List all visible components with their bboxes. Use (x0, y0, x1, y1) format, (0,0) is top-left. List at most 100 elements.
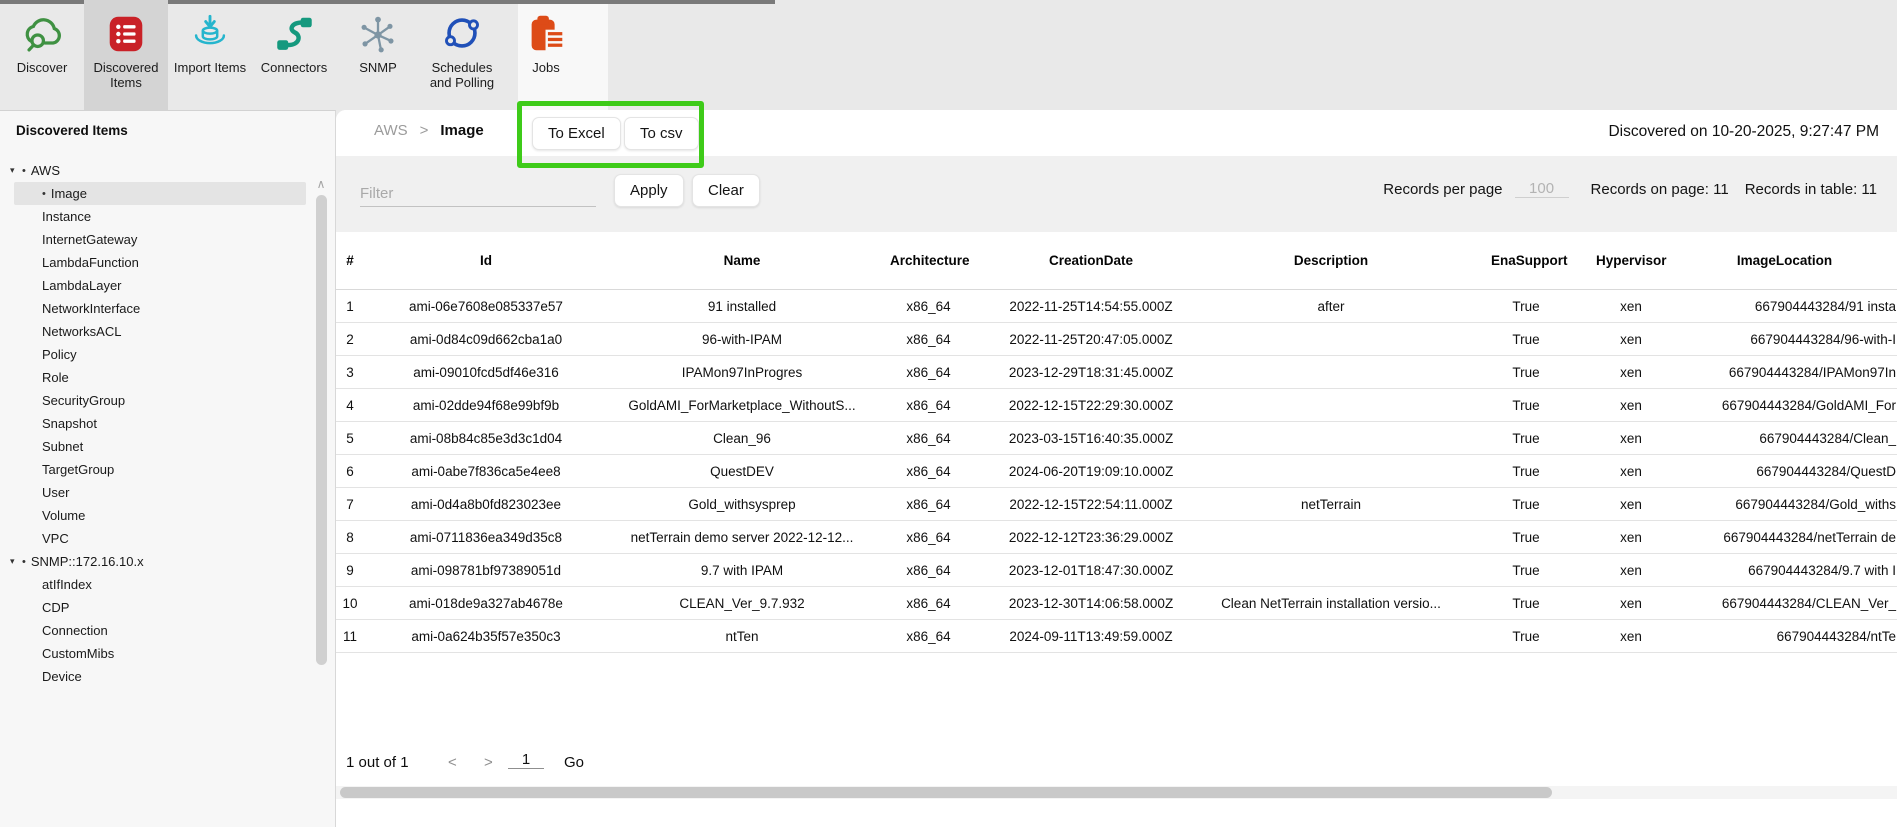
table-cell: 7 (336, 497, 364, 512)
toolbar-label: Discover (17, 61, 68, 76)
table-row[interactable]: 8ami-0711836ea349d35c8netTerrain demo se… (336, 521, 1897, 554)
toolbar-button-import-items[interactable]: Import Items (168, 0, 252, 110)
table-cell: ami-0a624b35f57e350c3 (364, 629, 608, 644)
table-row[interactable]: 9ami-098781bf97389051d9.7 with IPAMx86_6… (336, 554, 1897, 587)
go-button[interactable]: Go (564, 754, 584, 771)
sidebar-item-label: atIfIndex (42, 577, 92, 592)
table-row[interactable]: 7ami-0d4a8b0fd823023eeGold_withsysprepx8… (336, 488, 1897, 521)
column-header-architecture[interactable]: Architecture (876, 252, 981, 270)
horizontal-scrollbar-thumb[interactable] (340, 787, 1552, 798)
sidebar-scrollbar-thumb[interactable] (316, 195, 327, 665)
sidebar-item-lambdafunction[interactable]: LambdaFunction (0, 251, 312, 274)
sidebar-item-securitygroup[interactable]: SecurityGroup (0, 389, 312, 412)
toolbar-button-schedules-and-polling[interactable]: Schedules and Polling (420, 0, 504, 110)
table-cell: 2023-03-15T16:40:35.000Z (981, 431, 1201, 446)
breadcrumb: AWS > Image (374, 122, 484, 139)
records-per-page-input[interactable] (1515, 180, 1569, 198)
clear-button[interactable]: Clear (692, 174, 760, 207)
sidebar-item-policy[interactable]: Policy (0, 343, 312, 366)
sidebar-item-vpc[interactable]: VPC (0, 527, 312, 550)
column-header-id[interactable]: Id (364, 252, 608, 270)
sidebar-item-cdp[interactable]: CDP (0, 596, 312, 619)
table-cell: ntTen (608, 629, 876, 644)
table-cell: netTerrain (1201, 497, 1461, 512)
sidebar-item-device[interactable]: Device (0, 665, 312, 688)
table-cell: Gold_withsysprep (608, 497, 876, 512)
table-cell: ami-08b84c85e3d3c1d04 (364, 431, 608, 446)
sidebar-item-image[interactable]: •Image (14, 182, 306, 205)
sidebar-item-label: CDP (42, 600, 69, 615)
table-cell: 1 (336, 299, 364, 314)
table-cell: ami-0d4a8b0fd823023ee (364, 497, 608, 512)
column-header-name[interactable]: Name (608, 252, 876, 270)
table-row[interactable]: 3ami-09010fcd5df46e316IPAMon97InProgresx… (336, 356, 1897, 389)
table-row[interactable]: 11ami-0a624b35f57e350c3ntTenx86_642024-0… (336, 620, 1897, 653)
sidebar-item-label: Instance (42, 209, 91, 224)
sidebar-item-atifindex[interactable]: atIfIndex (0, 573, 312, 596)
sidebar-scroll-up-icon[interactable]: ∧ (313, 177, 329, 191)
filter-input[interactable] (360, 181, 596, 207)
table-row[interactable]: 4ami-02dde94f68e99bf9bGoldAMI_ForMarketp… (336, 389, 1897, 422)
breadcrumb-root[interactable]: AWS (374, 122, 408, 139)
table-row[interactable]: 2ami-0d84c09d662cba1a096-with-IPAMx86_64… (336, 323, 1897, 356)
toolbar-button-snmp[interactable]: SNMP (336, 0, 420, 110)
column-header-hypervisor[interactable]: Hypervisor (1591, 252, 1671, 270)
sidebar-item-subnet[interactable]: Subnet (0, 435, 312, 458)
expand-arrow-icon[interactable]: ▾ (10, 556, 22, 567)
expand-arrow-icon[interactable]: ▾ (10, 165, 22, 176)
sidebar-item-aws[interactable]: ▾•AWS (0, 159, 312, 182)
column-header-creationdate[interactable]: CreationDate (981, 252, 1201, 270)
sidebar-item-networkinterface[interactable]: NetworkInterface (0, 297, 312, 320)
toolbar-button-discovered-items[interactable]: Discovered Items (84, 0, 168, 110)
table-cell: ami-02dde94f68e99bf9b (364, 398, 608, 413)
column-header-enasupport[interactable]: EnaSupport (1461, 252, 1591, 270)
toolbar-button-jobs[interactable]: Jobs (504, 0, 588, 110)
column-header-description[interactable]: Description (1201, 252, 1461, 270)
sidebar-item-custommibs[interactable]: CustomMibs (0, 642, 312, 665)
sidebar-item-label: SNMP::172.16.10.x (31, 554, 144, 569)
table-row[interactable]: 6ami-0abe7f836ca5e4ee8QuestDEVx86_642024… (336, 455, 1897, 488)
column-header-imagelocation[interactable]: ImageLocation (1671, 252, 1897, 270)
sidebar-item-volume[interactable]: Volume (0, 504, 312, 527)
sidebar-item-user[interactable]: User (0, 481, 312, 504)
sidebar-item-lambdalayer[interactable]: LambdaLayer (0, 274, 312, 297)
sidebar-item-targetgroup[interactable]: TargetGroup (0, 458, 312, 481)
next-page-icon[interactable]: > (484, 754, 493, 771)
previous-page-icon[interactable]: < (448, 754, 457, 771)
table-row[interactable]: 1ami-06e7608e085337e5791 installedx86_64… (336, 290, 1897, 323)
table-cell: ami-098781bf97389051d (364, 563, 608, 578)
table-header-row: #IdNameArchitectureCreationDateDescripti… (336, 232, 1897, 290)
horizontal-scrollbar-track[interactable] (336, 786, 1897, 799)
apply-button[interactable]: Apply (614, 174, 684, 207)
table-cell: 91 installed (608, 299, 876, 314)
to-excel-button[interactable]: To Excel (532, 117, 621, 150)
toolbar-button-discover[interactable]: Discover (0, 0, 84, 110)
sidebar-item-internetgateway[interactable]: InternetGateway (0, 228, 312, 251)
sidebar-item-label: VPC (42, 531, 69, 546)
page-number-input[interactable] (508, 751, 544, 769)
sidebar-item-networksacl[interactable]: NetworksACL (0, 320, 312, 343)
to-csv-button[interactable]: To csv (624, 117, 699, 150)
table-cell: 2 (336, 332, 364, 347)
sidebar-item-role[interactable]: Role (0, 366, 312, 389)
sidebar-header: Discovered Items (16, 123, 128, 138)
sidebar-item-label: Policy (42, 347, 77, 362)
toolbar-button-connectors[interactable]: Connectors (252, 0, 336, 110)
sidebar-item-label: TargetGroup (42, 462, 114, 477)
sidebar-item-label: Image (51, 186, 87, 201)
table-row[interactable]: 5ami-08b84c85e3d3c1d04Clean_96x86_642023… (336, 422, 1897, 455)
table-row[interactable]: 10ami-018de9a327ab4678eCLEAN_Ver_9.7.932… (336, 587, 1897, 620)
sidebar-item-instance[interactable]: Instance (0, 205, 312, 228)
sidebar-item-connection[interactable]: Connection (0, 619, 312, 642)
jobs-clipboard-icon (522, 10, 570, 58)
table-cell: x86_64 (876, 497, 981, 512)
sidebar-item-label: Role (42, 370, 69, 385)
sidebar-item-snmp-172-16-10-x[interactable]: ▾•SNMP::172.16.10.x (0, 550, 312, 573)
column-header-index[interactable]: # (336, 252, 364, 270)
toolbar-label: Schedules and Polling (422, 61, 502, 90)
table-cell: ami-0d84c09d662cba1a0 (364, 332, 608, 347)
table-cell: True (1461, 629, 1591, 644)
sidebar-item-label: Device (42, 669, 82, 684)
sidebar-item-snapshot[interactable]: Snapshot (0, 412, 312, 435)
table-cell: True (1461, 563, 1591, 578)
